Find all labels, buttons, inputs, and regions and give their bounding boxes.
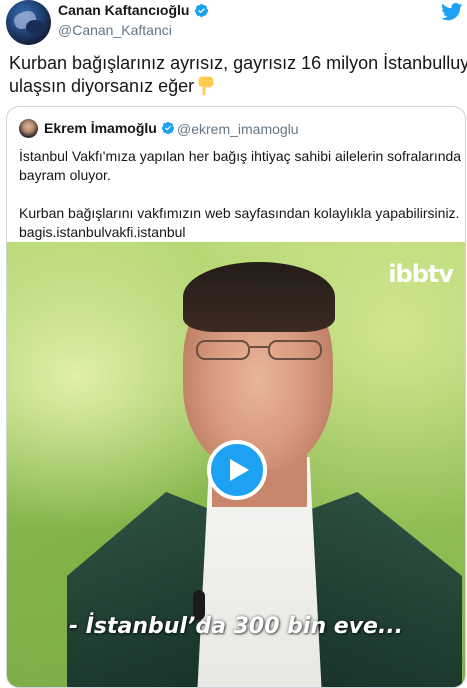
video-figure-hair xyxy=(183,262,335,332)
tweet-text-line-2-text: ulaşsın diyorsanız eğer xyxy=(9,76,195,96)
verified-badge-icon xyxy=(161,121,174,135)
quoted-author-name[interactable]: Ekrem İmamoğlu xyxy=(44,120,157,136)
quoted-text-line-1: İstanbul Vakfı'mıza yapılan her bağış ih… xyxy=(19,148,462,164)
quoted-tweet-card[interactable]: Ekrem İmamoğlu @ekrem_imamoglu İstanbul … xyxy=(6,106,466,688)
quoted-tweet-text: İstanbul Vakfı'mıza yapılan her bağış ih… xyxy=(19,147,462,242)
author-avatar[interactable] xyxy=(6,0,51,45)
video-player[interactable]: ibbtv - İstanbul’da 300 bin eve... xyxy=(7,242,465,687)
twitter-logo-icon[interactable] xyxy=(441,3,463,21)
ibbtv-watermark: ibbtv xyxy=(388,260,454,288)
author-handle[interactable]: @Canan_Kaftanci xyxy=(58,22,172,38)
quoted-author-handle[interactable]: @ekrem_imamoglu xyxy=(177,121,299,137)
play-button[interactable] xyxy=(207,440,267,500)
tweet-text-line-1: Kurban bağışlarınız ayrısız, gayrısız 16… xyxy=(9,53,467,73)
pointing-down-icon xyxy=(198,76,214,96)
video-subtitle: - İstanbul’da 300 bin eve... xyxy=(68,614,404,639)
quoted-text-line-3: Kurban bağışlarını vakfımızın web sayfas… xyxy=(19,205,460,221)
video-figure-glasses xyxy=(196,340,322,360)
author-name-row[interactable]: Canan Kaftancıoğlu xyxy=(58,2,209,18)
play-icon xyxy=(230,459,249,481)
tweet-header: Canan Kaftancıoğlu @Canan_Kaftanci xyxy=(0,0,467,45)
quoted-text-line-2: bayram oluyor. xyxy=(19,167,111,183)
tweet-text: Kurban bağışlarınız ayrısız, gayrısız 16… xyxy=(9,52,467,98)
verified-badge-icon xyxy=(195,3,209,17)
quoted-author-avatar[interactable] xyxy=(19,119,38,138)
quoted-text-link[interactable]: bagis.istanbulvakfi.istanbul xyxy=(19,223,459,242)
quoted-author-name-row[interactable]: Ekrem İmamoğlu xyxy=(44,120,175,136)
tweet-text-line-2: ulaşsın diyorsanız eğer xyxy=(9,75,461,98)
author-name[interactable]: Canan Kaftancıoğlu xyxy=(58,2,189,18)
